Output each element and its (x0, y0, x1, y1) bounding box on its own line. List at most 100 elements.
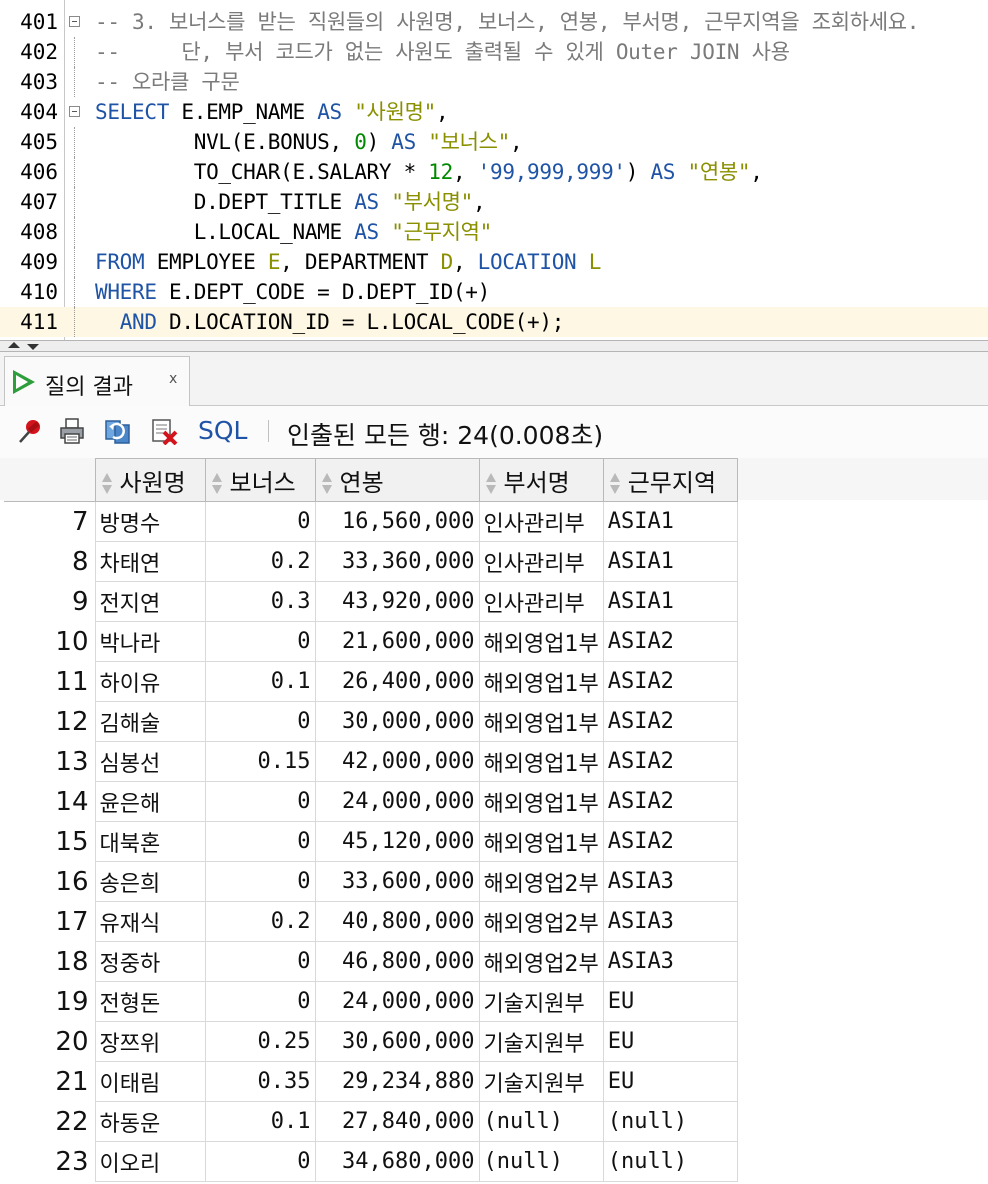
table-cell[interactable]: 해외영업2부 (478, 941, 604, 982)
sql-button[interactable]: SQL (198, 416, 247, 445)
table-row[interactable]: 7 방명수 0 16,560,000 인사관리부 ASIA1 (4, 501, 738, 542)
column-header-보너스[interactable]: 보너스 (204, 458, 316, 502)
table-cell[interactable]: 30,600,000 (314, 1021, 480, 1062)
row-number[interactable]: 21 (4, 1062, 95, 1102)
table-cell[interactable]: 장쯔위 (94, 1021, 206, 1062)
row-number[interactable]: 7 (4, 502, 95, 542)
table-cell[interactable]: ASIA2 (602, 781, 738, 822)
row-number[interactable]: 9 (4, 582, 95, 622)
column-header-연봉[interactable]: 연봉 (314, 458, 480, 502)
row-number[interactable]: 13 (4, 742, 95, 782)
row-number[interactable]: 11 (4, 662, 95, 702)
table-cell[interactable]: 0 (204, 941, 316, 982)
code-text[interactable]: -- 오라클 구문 (95, 67, 240, 97)
code-text[interactable]: -- 단, 부서 코드가 없는 사원도 출력될 수 있게 Outer JOIN … (95, 37, 790, 67)
table-cell[interactable]: (null) (602, 1101, 738, 1142)
table-cell[interactable]: ASIA2 (602, 701, 738, 742)
print-icon[interactable] (58, 417, 86, 445)
table-cell[interactable]: 0.15 (204, 741, 316, 782)
tab-query-result[interactable]: 질의 결과 x (4, 356, 190, 406)
code-text[interactable]: D.DEPT_TITLE AS "부서명", (95, 187, 486, 217)
table-cell[interactable]: EU (602, 1021, 738, 1062)
table-cell[interactable]: 16,560,000 (314, 501, 480, 542)
refresh-icon[interactable] (104, 417, 132, 445)
table-row[interactable]: 20 장쯔위 0.25 30,600,000 기술지원부 EU (4, 1021, 738, 1062)
table-cell[interactable]: 0 (204, 621, 316, 662)
code-text[interactable]: FROM EMPLOYEE E, DEPARTMENT D, LOCATION … (95, 247, 601, 277)
sort-icon[interactable] (484, 471, 498, 497)
table-row[interactable]: 16 송은희 0 33,600,000 해외영업2부 ASIA3 (4, 861, 738, 902)
table-row[interactable]: 13 심봉선 0.15 42,000,000 해외영업1부 ASIA2 (4, 741, 738, 782)
table-cell[interactable]: 인사관리부 (478, 541, 604, 582)
code-line[interactable]: 409 FROM EMPLOYEE E, DEPARTMENT D, LOCATI… (0, 247, 988, 277)
table-row[interactable]: 17 유재식 0.2 40,800,000 해외영업2부 ASIA3 (4, 901, 738, 942)
code-text[interactable]: L.LOCAL_NAME AS "근무지역" (95, 217, 493, 247)
table-cell[interactable]: 45,120,000 (314, 821, 480, 862)
table-cell[interactable]: ASIA3 (602, 861, 738, 902)
row-number[interactable]: 18 (4, 942, 95, 982)
table-cell[interactable]: ASIA1 (602, 501, 738, 542)
code-line[interactable]: 404 SELECT E.EMP_NAME AS "사원명", (0, 97, 988, 127)
table-row[interactable]: 23 이오리 0 34,680,000 (null) (null) (4, 1141, 738, 1182)
table-cell[interactable]: 전형돈 (94, 981, 206, 1022)
sql-editor[interactable]: 401 -- 3. 보너스를 받는 직원들의 사원명, 보너스, 연봉, 부서명,… (0, 0, 988, 340)
table-cell[interactable]: 윤은해 (94, 781, 206, 822)
table-cell[interactable]: 0 (204, 501, 316, 542)
table-cell[interactable]: 해외영업2부 (478, 901, 604, 942)
table-cell[interactable]: 43,920,000 (314, 581, 480, 622)
table-cell[interactable]: 대북혼 (94, 821, 206, 862)
table-cell[interactable]: 0 (204, 701, 316, 742)
table-cell[interactable]: 기술지원부 (478, 981, 604, 1022)
table-cell[interactable]: ASIA2 (602, 741, 738, 782)
code-text[interactable]: WHERE E.DEPT_CODE = D.DEPT_ID(+) (95, 277, 490, 307)
table-cell[interactable]: 0.2 (204, 901, 316, 942)
table-cell[interactable]: 심봉선 (94, 741, 206, 782)
row-number[interactable]: 12 (4, 702, 95, 742)
code-line[interactable]: 411 AND D.LOCATION_ID = L.LOCAL_CODE(+); (0, 307, 988, 337)
table-cell[interactable]: 인사관리부 (478, 581, 604, 622)
table-cell[interactable]: 이태림 (94, 1061, 206, 1102)
code-line[interactable]: 402 -- 단, 부서 코드가 없는 사원도 출력될 수 있게 Outer JO… (0, 37, 988, 67)
code-text[interactable]: TO_CHAR(E.SALARY * 12, '99,999,999') AS … (95, 157, 763, 187)
table-row[interactable]: 8 차태연 0.2 33,360,000 인사관리부 ASIA1 (4, 541, 738, 582)
pin-icon[interactable] (16, 417, 44, 445)
table-cell[interactable]: 유재식 (94, 901, 206, 942)
table-cell[interactable]: EU (602, 981, 738, 1022)
table-row[interactable]: 15 대북혼 0 45,120,000 해외영업1부 ASIA2 (4, 821, 738, 862)
table-cell[interactable]: 0 (204, 781, 316, 822)
table-cell[interactable]: 방명수 (94, 501, 206, 542)
sort-icon[interactable] (210, 471, 224, 497)
code-line[interactable]: 405 NVL(E.BONUS, 0) AS "보너스", (0, 127, 988, 157)
row-number[interactable]: 10 (4, 622, 95, 662)
table-cell[interactable]: 하동운 (94, 1101, 206, 1142)
table-row[interactable]: 10 박나라 0 21,600,000 해외영업1부 ASIA2 (4, 621, 738, 662)
table-row[interactable]: 12 김해술 0 30,000,000 해외영업1부 ASIA2 (4, 701, 738, 742)
table-cell[interactable]: 차태연 (94, 541, 206, 582)
table-cell[interactable]: 해외영업2부 (478, 861, 604, 902)
code-line[interactable]: 408 L.LOCAL_NAME AS "근무지역" (0, 217, 988, 247)
column-header-사원명[interactable]: 사원명 (94, 458, 206, 502)
code-line[interactable]: 403 -- 오라클 구문 (0, 67, 988, 97)
tab-close-icon[interactable]: x (169, 371, 177, 387)
panel-splitter[interactable] (0, 340, 988, 352)
table-cell[interactable]: 이오리 (94, 1141, 206, 1182)
code-text[interactable]: AND D.LOCATION_ID = L.LOCAL_CODE(+); (95, 307, 565, 337)
table-cell[interactable]: 30,000,000 (314, 701, 480, 742)
table-row[interactable]: 18 정중하 0 46,800,000 해외영업2부 ASIA3 (4, 941, 738, 982)
code-text[interactable]: -- 3. 보너스를 받는 직원들의 사원명, 보너스, 연봉, 부서명, 근무… (95, 7, 919, 37)
result-grid[interactable]: 사원명 보너스 연봉 부서명 근무지역 7 방명수 0 16,560,000 인사관리부… (0, 458, 988, 1184)
table-cell[interactable]: ASIA2 (602, 621, 738, 662)
table-cell[interactable]: 0.1 (204, 661, 316, 702)
table-cell[interactable]: 26,400,000 (314, 661, 480, 702)
table-cell[interactable]: 33,360,000 (314, 541, 480, 582)
table-cell[interactable]: 박나라 (94, 621, 206, 662)
expand-down-icon[interactable] (27, 344, 39, 350)
table-cell[interactable]: 21,600,000 (314, 621, 480, 662)
table-cell[interactable]: 해외영업1부 (478, 821, 604, 862)
table-cell[interactable]: ASIA3 (602, 901, 738, 942)
row-number[interactable]: 23 (4, 1142, 95, 1182)
table-cell[interactable]: 46,800,000 (314, 941, 480, 982)
code-line[interactable]: 407 D.DEPT_TITLE AS "부서명", (0, 187, 988, 217)
table-row[interactable]: 9 전지연 0.3 43,920,000 인사관리부 ASIA1 (4, 581, 738, 622)
table-cell[interactable]: 해외영업1부 (478, 621, 604, 662)
